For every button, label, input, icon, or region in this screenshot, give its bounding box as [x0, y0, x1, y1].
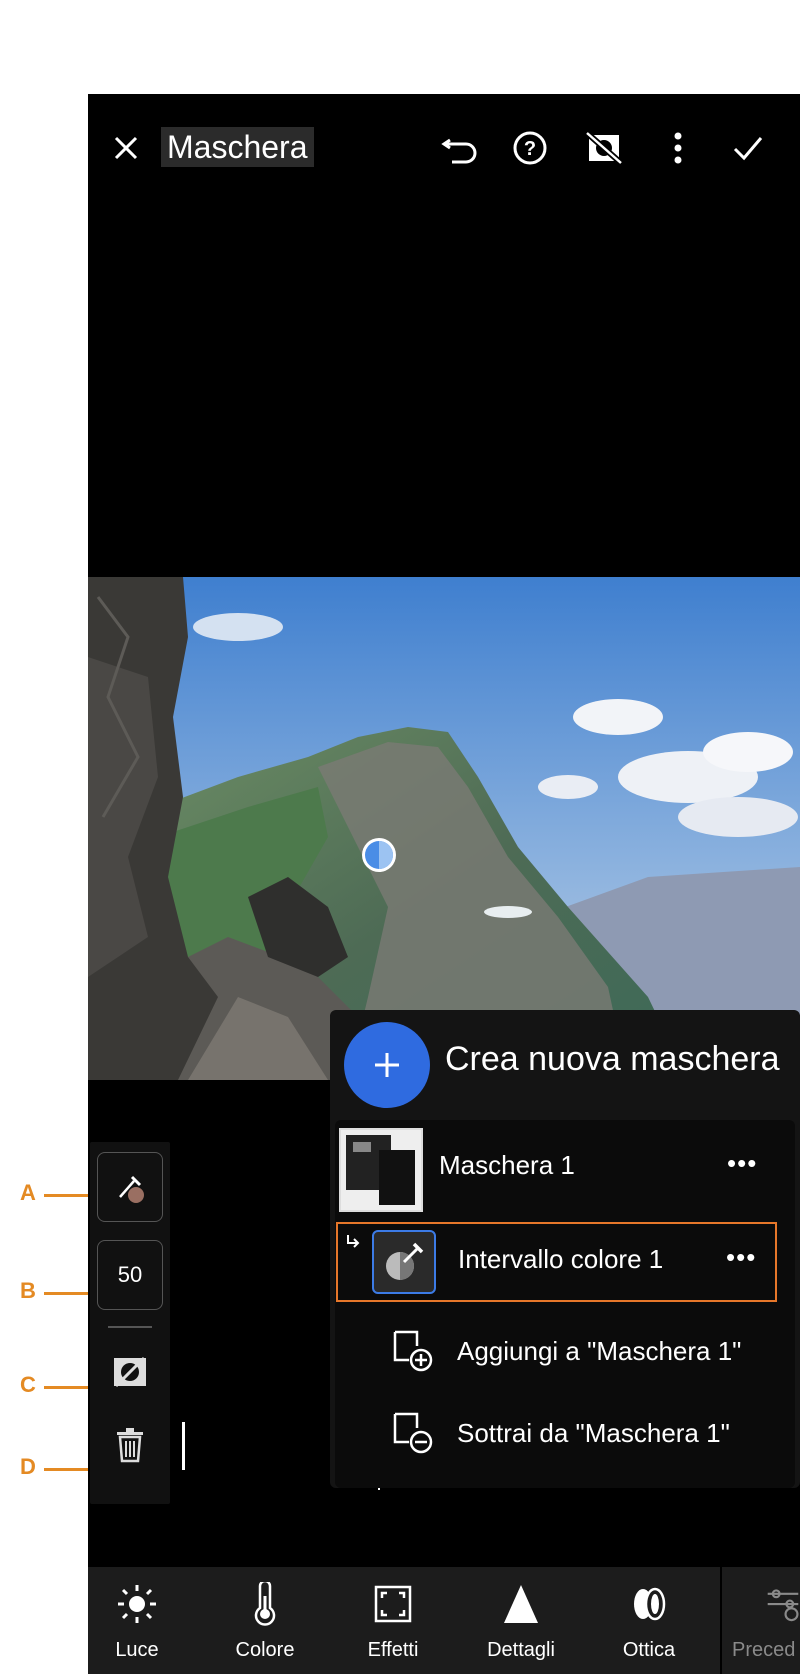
tool-presets[interactable]: Preced — [722, 1567, 800, 1674]
tool-label: Colore — [235, 1639, 295, 1661]
page-title: Maschera — [161, 127, 314, 167]
callout-letter: A — [20, 1180, 36, 1205]
mask-thumbnail — [339, 1128, 423, 1212]
slider-mark — [182, 1422, 185, 1470]
callout-b: B — [0, 1278, 90, 1308]
tool-label: Luce — [115, 1639, 159, 1661]
callout-line — [44, 1468, 90, 1471]
callout-line — [44, 1386, 90, 1389]
sun-icon — [88, 1579, 192, 1629]
tool-label: Ottica — [622, 1639, 676, 1661]
mask-name: Maschera 1 — [439, 1150, 575, 1180]
refine-value-box[interactable]: 50 — [97, 1240, 163, 1310]
more-vertical-icon[interactable] — [656, 126, 700, 170]
mask-side-toolbar: 50 — [90, 1142, 170, 1504]
add-to-mask-label: Aggiungi a "Maschera 1" — [457, 1336, 742, 1366]
tool-effetti[interactable]: Effetti — [338, 1567, 448, 1674]
add-mask-icon — [391, 1328, 435, 1372]
subtract-mask-icon — [391, 1410, 435, 1454]
mask-list: Maschera 1 ••• Intervallo colore 1 ••• A… — [335, 1120, 795, 1488]
app-screen: Maschera ? 50 Crea nuova maschera Masche… — [88, 94, 800, 1674]
check-icon[interactable] — [726, 126, 770, 170]
subtract-from-mask-row[interactable]: Sottrai da "Maschera 1" — [335, 1400, 795, 1470]
mask-overlay-off-icon[interactable] — [582, 126, 626, 170]
tool-dettagli[interactable]: Dettagli — [466, 1567, 576, 1674]
trash-icon[interactable] — [110, 1424, 150, 1466]
tool-colore[interactable]: Colore — [210, 1567, 320, 1674]
triangle-icon — [466, 1579, 576, 1629]
subtract-from-mask-label: Sottrai da "Maschera 1" — [457, 1418, 730, 1448]
callout-letter: C — [20, 1372, 36, 1397]
component-name: Intervallo colore 1 — [458, 1244, 664, 1274]
divider — [108, 1326, 152, 1328]
create-mask-button[interactable] — [344, 1022, 430, 1108]
child-arrow-icon — [346, 1234, 360, 1248]
tool-luce[interactable]: Luce — [88, 1567, 192, 1674]
component-more-icon[interactable]: ••• — [726, 1242, 756, 1273]
close-icon[interactable] — [106, 128, 146, 168]
presets-icon — [722, 1579, 800, 1629]
undo-icon[interactable] — [438, 126, 482, 170]
mask-component-row[interactable]: Intervallo colore 1 ••• — [336, 1222, 777, 1302]
vignette-icon — [338, 1579, 448, 1629]
lens-icon — [594, 1579, 704, 1629]
callout-d: D — [0, 1454, 90, 1484]
plus-icon — [375, 1053, 399, 1077]
help-icon[interactable]: ? — [508, 126, 552, 170]
callout-c: C — [0, 1372, 90, 1402]
create-mask-label: Crea nuova maschera — [445, 1040, 780, 1078]
color-range-icon — [372, 1230, 436, 1294]
mask-more-icon[interactable]: ••• — [727, 1148, 757, 1179]
thermometer-icon — [210, 1579, 320, 1629]
color-picker-icon[interactable] — [97, 1152, 163, 1222]
add-to-mask-row[interactable]: Aggiungi a "Maschera 1" — [335, 1316, 795, 1386]
masks-panel: Crea nuova maschera Maschera 1 ••• Inter… — [330, 1010, 800, 1488]
invert-mask-icon[interactable] — [110, 1352, 150, 1392]
photo-canvas[interactable] — [88, 577, 800, 1080]
tool-ottica[interactable]: Ottica — [594, 1567, 704, 1674]
svg-text:?: ? — [524, 138, 536, 160]
refine-value: 50 — [117, 1262, 143, 1287]
tool-label: Preced — [732, 1639, 796, 1661]
callout-letter: D — [20, 1454, 36, 1479]
create-mask-row[interactable]: Crea nuova maschera — [330, 1010, 800, 1110]
callout-a: A — [0, 1180, 90, 1210]
callout-line — [44, 1194, 90, 1197]
mask-row[interactable]: Maschera 1 ••• — [335, 1120, 795, 1216]
callout-letter: B — [20, 1278, 36, 1303]
tool-label: Effetti — [367, 1639, 419, 1661]
callout-line — [44, 1292, 90, 1295]
edit-toolbar: Luce Colore Effetti Dettagli Ottica Prec… — [88, 1567, 800, 1674]
tool-label: Dettagli — [487, 1639, 555, 1661]
